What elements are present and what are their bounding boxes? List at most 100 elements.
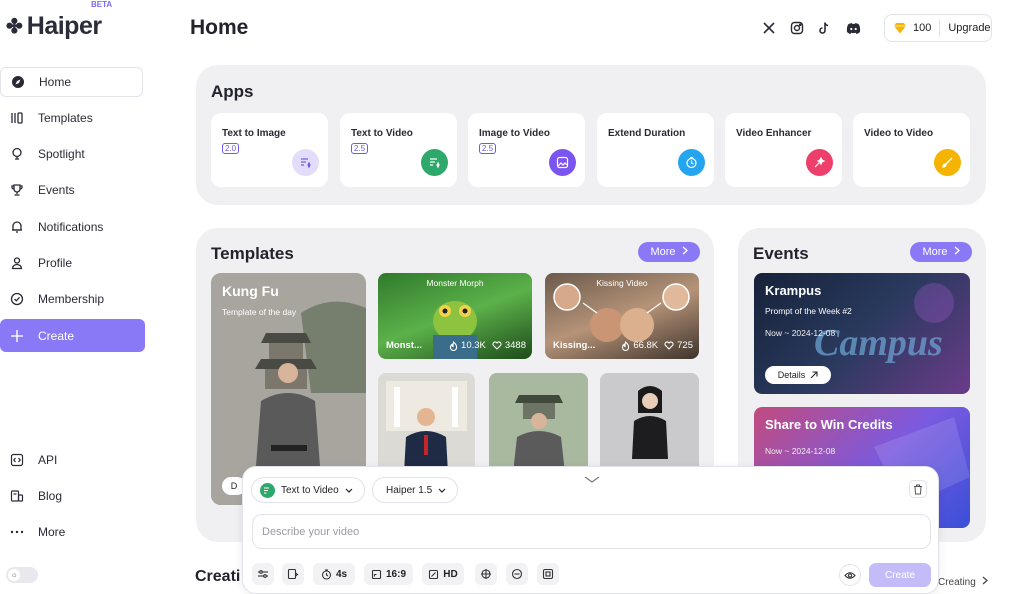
sidebar-item-more[interactable]: More bbox=[0, 517, 143, 547]
details-button[interactable]: Details bbox=[765, 366, 831, 384]
template-card-thumbnail[interactable] bbox=[600, 373, 699, 473]
event-date: Now ~ 2024-12-08 bbox=[765, 328, 836, 338]
settings-sliders-icon[interactable] bbox=[252, 563, 274, 585]
trash-icon[interactable] bbox=[909, 480, 927, 498]
sun-icon: ☼ bbox=[8, 569, 20, 581]
sidebar-item-label: Membership bbox=[38, 292, 105, 306]
sidebar-item-membership[interactable]: Membership bbox=[0, 284, 143, 314]
creating-label: Creating bbox=[938, 577, 976, 588]
arrow-up-right-icon bbox=[810, 371, 818, 379]
prompt-input[interactable] bbox=[252, 514, 931, 549]
bulb-icon bbox=[10, 147, 24, 161]
templates-title: Templates bbox=[211, 244, 294, 263]
sidebar: ✤ Haiper BETA Home Templates Spotlight E… bbox=[0, 0, 150, 594]
sidebar-item-label: Notifications bbox=[38, 220, 104, 234]
template-card-kissing-video[interactable]: Kissing Video Kissing... 66.8K 725 bbox=[545, 273, 699, 359]
mode-select[interactable]: Text to Video bbox=[251, 477, 365, 503]
template-featured-title: Kung Fu bbox=[222, 283, 279, 299]
sidebar-item-blog[interactable]: Blog bbox=[0, 481, 143, 511]
chevron-right-icon bbox=[682, 246, 688, 258]
more-label: More bbox=[922, 246, 948, 258]
app-card-image-to-video[interactable]: Image to Video 2.5 bbox=[468, 113, 585, 187]
aspect-ratio-label: 16:9 bbox=[385, 568, 406, 580]
model-label: Haiper 1.5 bbox=[386, 484, 433, 496]
eye-icon[interactable] bbox=[839, 564, 861, 586]
sidebar-item-label: API bbox=[38, 453, 58, 467]
templates-more-button[interactable]: More bbox=[638, 242, 700, 262]
motion-icon[interactable] bbox=[475, 563, 497, 585]
template-featured-subtitle: Template of the day bbox=[222, 307, 297, 317]
app-card-video-enhancer[interactable]: Video Enhancer bbox=[725, 113, 842, 187]
app-version: 2.5 bbox=[351, 143, 369, 154]
discord-icon[interactable] bbox=[843, 18, 863, 38]
sidebar-item-events[interactable]: Events bbox=[0, 175, 143, 205]
likes-count: 3488 bbox=[504, 340, 526, 351]
template-card-thumbnail[interactable] bbox=[489, 373, 588, 473]
create-button[interactable]: Create bbox=[869, 563, 931, 587]
chevron-down-icon bbox=[438, 488, 446, 493]
theme-toggle[interactable]: ☼ bbox=[6, 567, 38, 583]
image-sparkle-icon bbox=[292, 149, 319, 176]
duration-label: 4s bbox=[335, 568, 348, 580]
credits-count: 100 bbox=[913, 22, 932, 34]
upgrade-button[interactable]: Upgrade bbox=[948, 22, 990, 34]
bell-icon bbox=[10, 220, 24, 234]
sidebar-item-spotlight[interactable]: Spotlight bbox=[0, 139, 143, 169]
apps-title: Apps bbox=[211, 82, 254, 101]
text-video-icon bbox=[421, 149, 448, 176]
tiktok-icon[interactable] bbox=[814, 18, 834, 38]
sidebar-item-create[interactable]: Create bbox=[0, 319, 145, 352]
logo[interactable]: ✤ Haiper bbox=[6, 12, 102, 41]
views-stat: 66.8K bbox=[621, 340, 658, 351]
app-version: 2.5 bbox=[479, 143, 497, 154]
app-card-extend-duration[interactable]: Extend Duration bbox=[597, 113, 714, 187]
events-more-button[interactable]: More bbox=[910, 242, 972, 262]
collapse-chevron-icon[interactable] bbox=[583, 475, 601, 485]
event-subtitle: Prompt of the Week #2 bbox=[765, 306, 852, 316]
sidebar-item-profile[interactable]: Profile bbox=[0, 248, 143, 278]
app-card-text-to-video[interactable]: Text to Video 2.5 bbox=[340, 113, 457, 187]
sidebar-item-templates[interactable]: Templates bbox=[0, 103, 143, 133]
duration-select[interactable]: 4s bbox=[313, 563, 355, 585]
aspect-ratio-icon bbox=[371, 569, 382, 579]
stopwatch-icon bbox=[321, 568, 331, 580]
creating-link[interactable]: Creating bbox=[938, 576, 988, 588]
event-card-krampus[interactable]: Campus Krampus Prompt of the Week #2 Now… bbox=[754, 273, 970, 394]
badge-icon bbox=[10, 292, 24, 306]
hd-icon bbox=[429, 569, 439, 579]
template-meta: Kissing... 66.8K 725 bbox=[553, 340, 693, 351]
app-card-video-to-video[interactable]: Video to Video bbox=[853, 113, 970, 187]
app-card-text-to-image[interactable]: Text to Image 2.0 bbox=[211, 113, 328, 187]
compass-icon bbox=[11, 75, 25, 89]
template-card-monster-morph[interactable]: Monster Morph Monst... 10.3K 3488 bbox=[378, 273, 532, 359]
sidebar-item-notifications[interactable]: Notifications bbox=[0, 212, 143, 242]
event-date: Now ~ 2024-12-08 bbox=[765, 446, 836, 456]
dots-icon bbox=[10, 525, 24, 539]
code-icon bbox=[10, 453, 24, 467]
template-name: Kissing... bbox=[553, 340, 596, 351]
views-count: 66.8K bbox=[633, 340, 659, 351]
app-name: Video to Video bbox=[864, 128, 934, 139]
mode-label: Text to Video bbox=[281, 484, 339, 496]
blog-icon bbox=[10, 489, 24, 503]
sidebar-item-label: Create bbox=[38, 328, 75, 343]
image-input-icon[interactable] bbox=[282, 563, 304, 585]
minus-circle-icon[interactable] bbox=[506, 563, 528, 585]
sidebar-item-home[interactable]: Home bbox=[0, 67, 143, 97]
template-card-thumbnail[interactable] bbox=[378, 373, 475, 473]
quality-select[interactable]: HD bbox=[422, 563, 464, 585]
x-icon[interactable] bbox=[759, 18, 779, 38]
sidebar-item-api[interactable]: API bbox=[0, 445, 143, 475]
instagram-icon[interactable] bbox=[787, 18, 807, 38]
chevron-right-icon bbox=[954, 246, 960, 258]
model-select[interactable]: Haiper 1.5 bbox=[372, 477, 458, 503]
flame-icon bbox=[622, 340, 630, 351]
aspect-ratio-select[interactable]: 16:9 bbox=[364, 563, 413, 585]
chevron-down-icon bbox=[345, 488, 353, 493]
app-name: Image to Video bbox=[479, 128, 550, 139]
app-name: Text to Image bbox=[222, 128, 286, 139]
app-name: Extend Duration bbox=[608, 128, 686, 139]
expand-icon[interactable] bbox=[537, 563, 559, 585]
more-label: More bbox=[650, 246, 676, 258]
user-icon bbox=[10, 256, 24, 270]
